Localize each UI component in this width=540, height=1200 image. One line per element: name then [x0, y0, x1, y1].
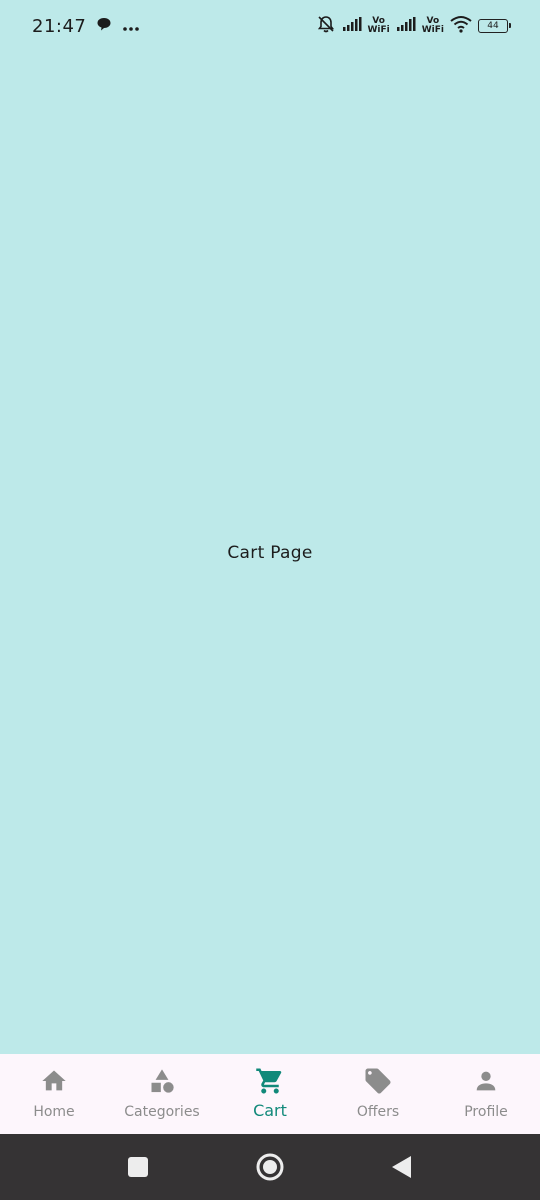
- clock: 21:47: [32, 15, 87, 37]
- vowifi-bottom: WiFi: [367, 25, 390, 35]
- cart-page-content: Cart Page: [0, 52, 540, 1054]
- bell-off-icon: [316, 14, 336, 38]
- nav-label-categories: Categories: [124, 1104, 200, 1120]
- vowifi-bottom: WiFi: [421, 25, 444, 35]
- vowifi-indicator: Vo WiFi: [368, 17, 390, 35]
- signal-icon: [342, 16, 362, 36]
- page-title: Cart Page: [227, 543, 313, 563]
- recents-square-icon[interactable]: [118, 1147, 158, 1187]
- battery-level: 44: [487, 21, 499, 31]
- home-circle-icon[interactable]: [250, 1147, 290, 1187]
- status-right: Vo WiFi Vo WiFi 44: [316, 14, 511, 38]
- status-left: 21:47: [32, 16, 140, 37]
- nav-item-categories[interactable]: Categories: [108, 1054, 216, 1134]
- message-bubble-icon: [96, 16, 112, 36]
- system-navigation-bar: [0, 1134, 540, 1200]
- cart-icon: [255, 1066, 285, 1096]
- nav-item-offers[interactable]: Offers: [324, 1054, 432, 1134]
- wifi-icon: [450, 15, 472, 37]
- signal-icon: [396, 16, 416, 36]
- vowifi-indicator: Vo WiFi: [422, 17, 444, 35]
- tag-icon: [363, 1066, 393, 1096]
- status-bar: 21:47 Vo WiFi Vo WiFi 44: [0, 0, 540, 52]
- battery-icon: 44: [478, 19, 511, 33]
- more-dots-icon: [122, 17, 140, 36]
- nav-label-profile: Profile: [464, 1104, 508, 1120]
- nav-label-offers: Offers: [356, 1104, 400, 1120]
- nav-item-home[interactable]: Home: [0, 1054, 108, 1134]
- person-icon: [471, 1066, 501, 1096]
- nav-label-cart: Cart: [253, 1101, 287, 1120]
- home-icon: [39, 1066, 69, 1096]
- categories-icon: [147, 1066, 177, 1096]
- nav-item-profile[interactable]: Profile: [432, 1054, 540, 1134]
- bottom-navigation-bar: Home Categories Cart Offers Profile: [0, 1054, 540, 1134]
- nav-label-home: Home: [33, 1104, 75, 1120]
- back-triangle-icon[interactable]: [382, 1147, 422, 1187]
- nav-item-cart[interactable]: Cart: [216, 1054, 324, 1134]
